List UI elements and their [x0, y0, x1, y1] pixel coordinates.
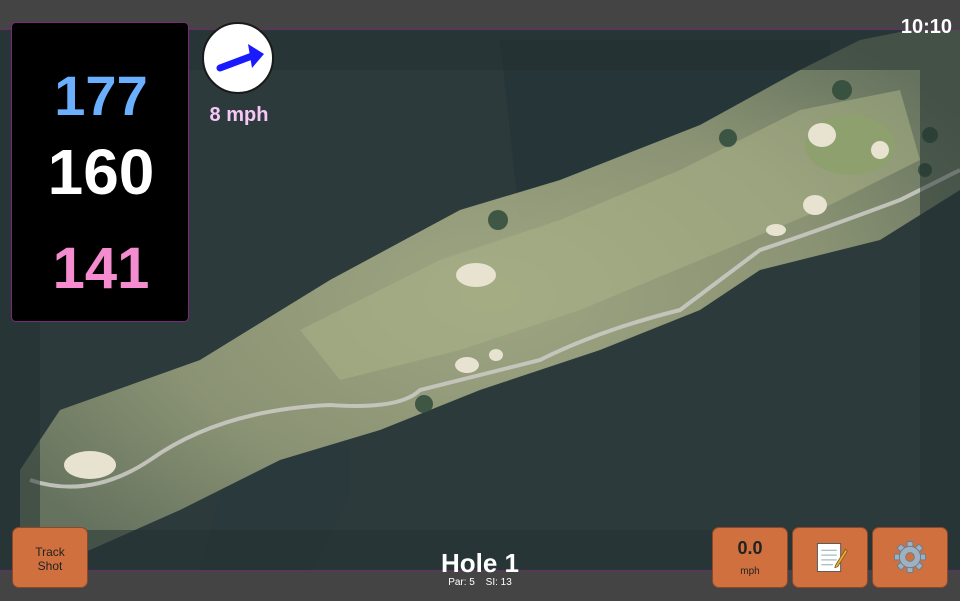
- wind-arrow-icon: [216, 44, 264, 72]
- wind-speed: 8 mph: [209, 104, 269, 126]
- speed-value: 0.0: [737, 538, 763, 558]
- speed-unit: mph: [740, 566, 760, 577]
- distance-panel: 177 160 141: [11, 22, 189, 322]
- speed-button[interactable]: 0.0 mph: [712, 527, 788, 588]
- settings-button[interactable]: [872, 527, 948, 588]
- clock: 10:10: [900, 16, 952, 38]
- track-shot-label: Track Shot: [35, 545, 65, 573]
- wind-dial: [202, 22, 274, 94]
- par-label: Par: 5: [448, 577, 475, 588]
- hole-info: Par: 5 SI: 13: [380, 577, 580, 588]
- hole-title: Hole 1: [440, 548, 520, 578]
- notepad-icon: [816, 542, 848, 573]
- track-shot-button[interactable]: Track Shot: [12, 527, 88, 588]
- gear-icon: [894, 541, 926, 573]
- notes-button[interactable]: [792, 527, 868, 588]
- distance-middle: 160: [47, 136, 155, 208]
- distance-front: 141: [52, 236, 150, 301]
- si-label: SI: 13: [485, 577, 512, 588]
- distance-back: 177: [54, 64, 148, 127]
